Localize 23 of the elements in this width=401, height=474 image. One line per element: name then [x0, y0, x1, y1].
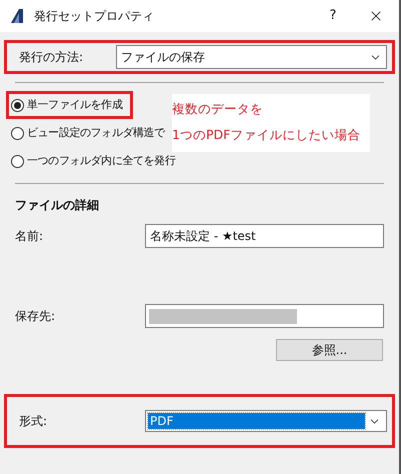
window-title: 発行セットプロパティ	[34, 8, 155, 25]
browse-button[interactable]: 参照...	[276, 339, 383, 361]
format-dropdown[interactable]: PDF	[145, 410, 387, 432]
format-label: 形式:	[19, 413, 48, 430]
app-logo-icon	[10, 8, 24, 24]
annotation-text: 複数のデータを	[172, 100, 264, 118]
method-label: 発行の方法:	[19, 49, 84, 66]
radio-label: 一つのフォルダ内に全てを発行	[27, 152, 176, 169]
annotation-text: 1つのPDFファイルにしたい場合	[172, 126, 362, 144]
method-dropdown[interactable]: ファイルの保存	[116, 45, 387, 69]
name-label: 名前:	[15, 228, 44, 245]
section-heading: ファイルの詳細	[14, 197, 100, 214]
radio-button[interactable]	[11, 126, 24, 140]
radio-option[interactable]: 単一ファイルを作成	[6, 91, 134, 119]
help-button[interactable]: ?	[313, 0, 353, 32]
radio-button[interactable]	[11, 154, 24, 168]
path-field[interactable]	[145, 304, 384, 328]
path-label: 保存先:	[15, 308, 56, 325]
radio-label: ビュー設定のフォルダ構造で	[27, 124, 165, 141]
radio-label: 単一ファイルを作成	[27, 96, 122, 113]
radio-button[interactable]	[11, 98, 24, 112]
name-field[interactable]: 名称未設定 - ★test	[145, 224, 384, 248]
radio-option[interactable]: 一つのフォルダ内に全てを発行	[6, 147, 186, 175]
